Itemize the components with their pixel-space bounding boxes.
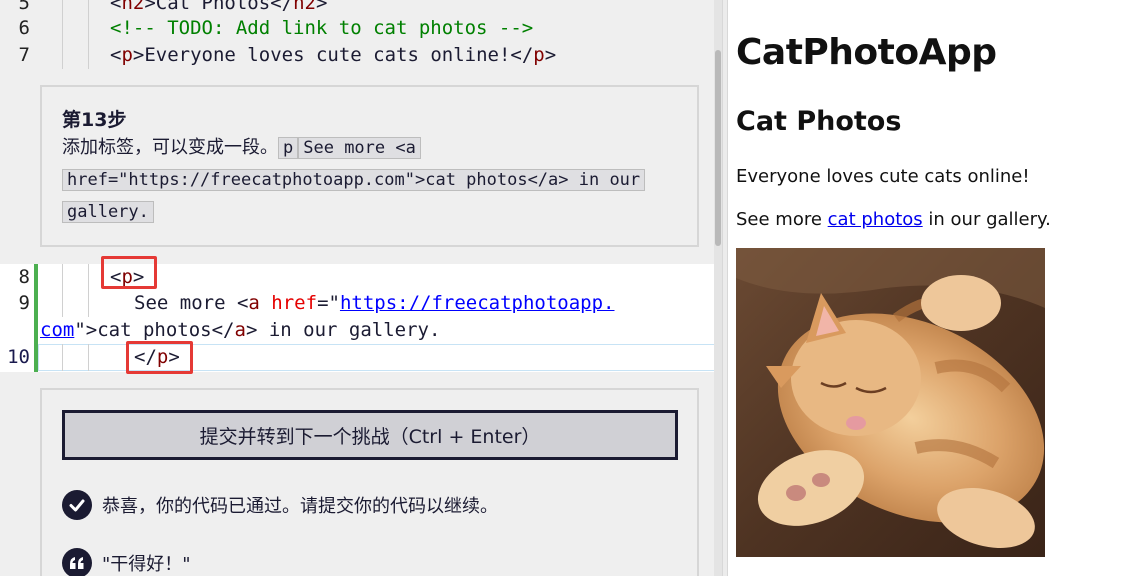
quote-icon: [62, 548, 92, 576]
code-token: </: [270, 0, 294, 14]
preview-paragraph-2: See more cat photos in our gallery.: [736, 209, 1051, 230]
indent-guide: [88, 42, 89, 69]
step-text-prefix: 添加标签，可以变成一段。: [62, 137, 278, 158]
line-number: 9: [18, 292, 30, 314]
indent-guide: [88, 15, 89, 42]
pass-message: 恭喜，你的代码已通过。请提交你的代码以继续。: [102, 496, 498, 517]
code-token: >: [544, 44, 557, 66]
code-text: com">cat photos</a> in our gallery.: [40, 317, 440, 344]
preview-heading-main: CatPhotoApp: [736, 32, 997, 73]
line-number: 8: [18, 266, 30, 288]
step-description: 第13步 添加标签，可以变成一段。 p See more <a href="http…: [40, 85, 699, 247]
code-token: h2: [293, 0, 316, 14]
code-token: a: [234, 319, 246, 341]
indent-guide: [88, 344, 89, 371]
code-token: p: [533, 44, 545, 66]
code-token: > in our gallery.: [245, 319, 441, 341]
preview-paragraph-1: Everyone loves cute cats online!: [736, 166, 1030, 187]
indent-guide: [62, 264, 63, 291]
check-circle-icon: [62, 490, 92, 520]
code-token: <: [110, 0, 122, 14]
code-text: See more <a href="https://freecatphotoap…: [134, 290, 615, 317]
inline-code-snippet-2: href="https://freecatphotoapp.com">cat p…: [62, 169, 646, 191]
cat-photos-link[interactable]: cat photos: [828, 209, 923, 230]
editor-scrollbar-thumb[interactable]: [715, 50, 721, 246]
quote-text: "干得好！": [102, 554, 191, 575]
inline-code-p: p: [278, 137, 299, 159]
code-line[interactable]: 9 See more <a href="https://freecatphotoa…: [0, 290, 720, 317]
code-token: https://freecatphotoapp.: [339, 292, 615, 314]
step-instructions: 添加标签，可以变成一段。 p See more <a href="https://f…: [62, 132, 677, 228]
code-line[interactable]: com">cat photos</a> in our gallery.: [0, 317, 720, 344]
preview-p2-before: See more: [736, 209, 828, 230]
highlight-close-p: [126, 341, 193, 374]
inline-code-snippet-1: See more <a: [298, 137, 421, 159]
code-token: Everyone loves cute cats online!: [144, 44, 511, 66]
indent-guide: [62, 15, 63, 42]
code-token: <!-- TODO: Add link to cat photos -->: [110, 17, 534, 39]
indent-guide: [88, 264, 89, 291]
line-number: 6: [18, 17, 30, 39]
action-panel: 提交并转到下一个挑战（Ctrl + Enter） 恭喜，你的代码已通过。请提交你…: [40, 388, 699, 576]
indent-guide: [62, 344, 63, 371]
code-token: href: [271, 292, 318, 314]
code-token: Cat Photos: [155, 0, 271, 14]
code-token: >: [315, 0, 328, 14]
step-title: 第13步: [62, 109, 127, 131]
code-text: <p>Everyone loves cute cats online!</p>: [110, 42, 556, 69]
indent-guide: [62, 42, 63, 69]
code-token: p: [121, 44, 133, 66]
code-token: </: [510, 44, 534, 66]
pass-message-row: 恭喜，你的代码已通过。请提交你的代码以继续。: [62, 490, 498, 520]
code-token: =": [317, 292, 340, 314]
preview-pane: CatPhotoApp Cat Photos Everyone loves cu…: [728, 0, 1131, 576]
code-line[interactable]: 10 </p>: [0, 344, 720, 371]
submit-next-challenge-button[interactable]: 提交并转到下一个挑战（Ctrl + Enter）: [62, 410, 678, 460]
code-text: <!-- TODO: Add link to cat photos -->: [110, 15, 533, 42]
code-token: h2: [121, 0, 145, 14]
indent-guide: [62, 290, 63, 317]
preview-heading-section: Cat Photos: [736, 106, 902, 137]
indent-guide: [88, 290, 89, 317]
preview-p2-after: in our gallery.: [922, 209, 1051, 230]
code-line[interactable]: 7 <p>Everyone loves cute cats online!</p>: [0, 42, 720, 69]
code-token: com: [40, 319, 75, 341]
code-line[interactable]: 6 <!-- TODO: Add link to cat photos -->: [0, 15, 720, 42]
inline-code-snippet-3: gallery.: [62, 201, 154, 223]
code-token: >: [144, 0, 156, 14]
code-token: >: [132, 44, 145, 66]
code-token: <: [110, 44, 122, 66]
code-token: See more <: [134, 292, 249, 314]
cat-photo-image: [736, 248, 1045, 557]
quote-row: "干得好！": [62, 548, 191, 576]
code-editor-pane: 5 <h2>Cat Photos</h2> 6 <!-- TODO: Add link…: [0, 0, 724, 576]
highlight-open-p: [101, 256, 157, 289]
code-token: ">cat photos</: [74, 319, 235, 341]
line-number: 7: [18, 44, 30, 66]
line-number: 10: [7, 346, 30, 368]
code-token: a: [248, 292, 260, 314]
